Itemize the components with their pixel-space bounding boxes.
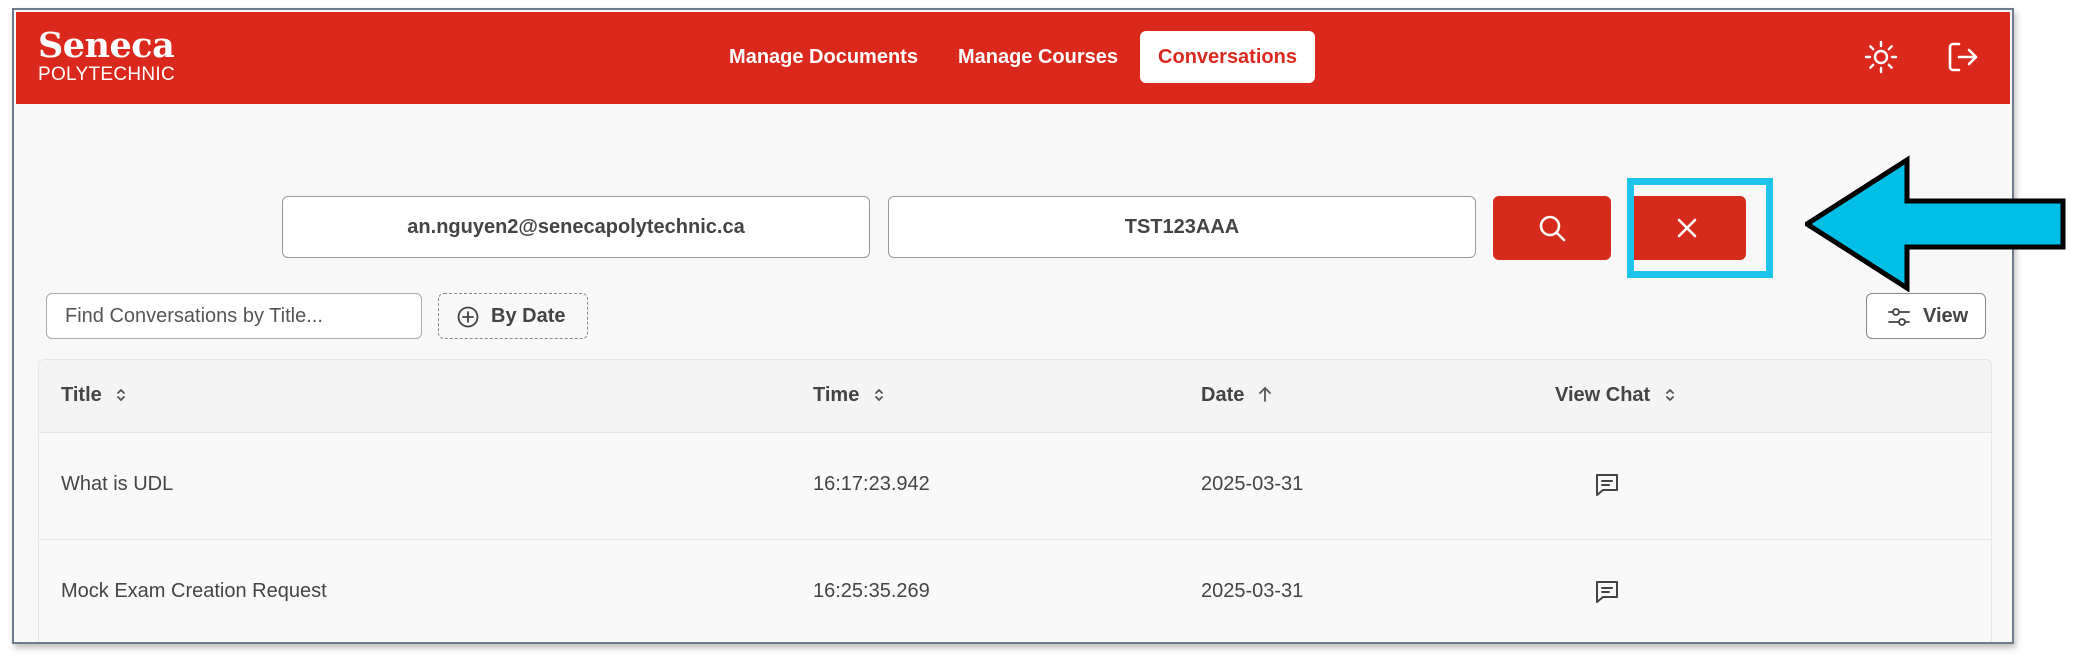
sort-icon (874, 389, 883, 401)
table-row[interactable]: Mock Exam Creation Request 16:25:35.269 … (39, 540, 1991, 642)
email-field[interactable]: an.nguyen2@senecapolytechnic.ca (282, 196, 870, 258)
sort-icon (117, 389, 126, 401)
column-header-time[interactable]: Time (813, 384, 885, 407)
row-title: Mock Exam Creation Request (61, 580, 327, 602)
view-options-button[interactable]: View (1866, 293, 1986, 339)
row-time: 16:17:23.942 (813, 473, 930, 495)
plus-circle-icon (457, 306, 479, 328)
table-header-row: Title Time Date View Chat (39, 360, 1991, 433)
sun-icon[interactable] (1864, 40, 1898, 74)
course-code-field[interactable]: TST123AAA (888, 196, 1476, 258)
column-header-title[interactable]: Title (61, 384, 127, 407)
by-date-label: By Date (491, 305, 566, 327)
conversations-table: Title Time Date View Chat What is UDL 16… (38, 359, 1992, 642)
chat-icon[interactable] (1593, 471, 1621, 499)
nav-manage-documents[interactable]: Manage Documents (711, 31, 936, 83)
row-time: 16:25:35.269 (813, 580, 930, 602)
logout-icon[interactable] (1946, 40, 1980, 74)
by-date-filter-button[interactable]: By Date (438, 293, 588, 339)
row-date: 2025-03-31 (1201, 473, 1304, 495)
highlight-box (1627, 178, 1773, 278)
title-filter-placeholder: Find Conversations by Title... (65, 305, 323, 327)
search-button[interactable] (1493, 196, 1611, 260)
nav-manage-courses[interactable]: Manage Courses (940, 31, 1136, 83)
search-icon (1539, 215, 1566, 242)
main-nav: Manage Documents Manage Courses Conversa… (16, 31, 2010, 83)
app-window: Seneca POLYTECHNIC Manage Documents Mana… (12, 8, 2014, 644)
view-label: View (1923, 305, 1969, 327)
nav-conversations[interactable]: Conversations (1140, 31, 1315, 83)
title-filter-input[interactable]: Find Conversations by Title... (46, 293, 422, 339)
sort-icon (1665, 389, 1674, 401)
chat-icon[interactable] (1593, 578, 1621, 606)
column-header-view-chat[interactable]: View Chat (1555, 384, 1676, 407)
annotation-arrow-icon (1805, 155, 2066, 292)
sort-ascending-icon (1259, 387, 1271, 402)
table-row[interactable]: What is UDL 16:17:23.942 2025-03-31 (39, 433, 1991, 540)
column-header-date[interactable]: Date (1201, 384, 1272, 407)
row-date: 2025-03-31 (1201, 580, 1304, 602)
row-title: What is UDL (61, 473, 174, 495)
top-navbar: Seneca POLYTECHNIC Manage Documents Mana… (16, 12, 2010, 104)
sliders-icon (1888, 308, 1910, 326)
